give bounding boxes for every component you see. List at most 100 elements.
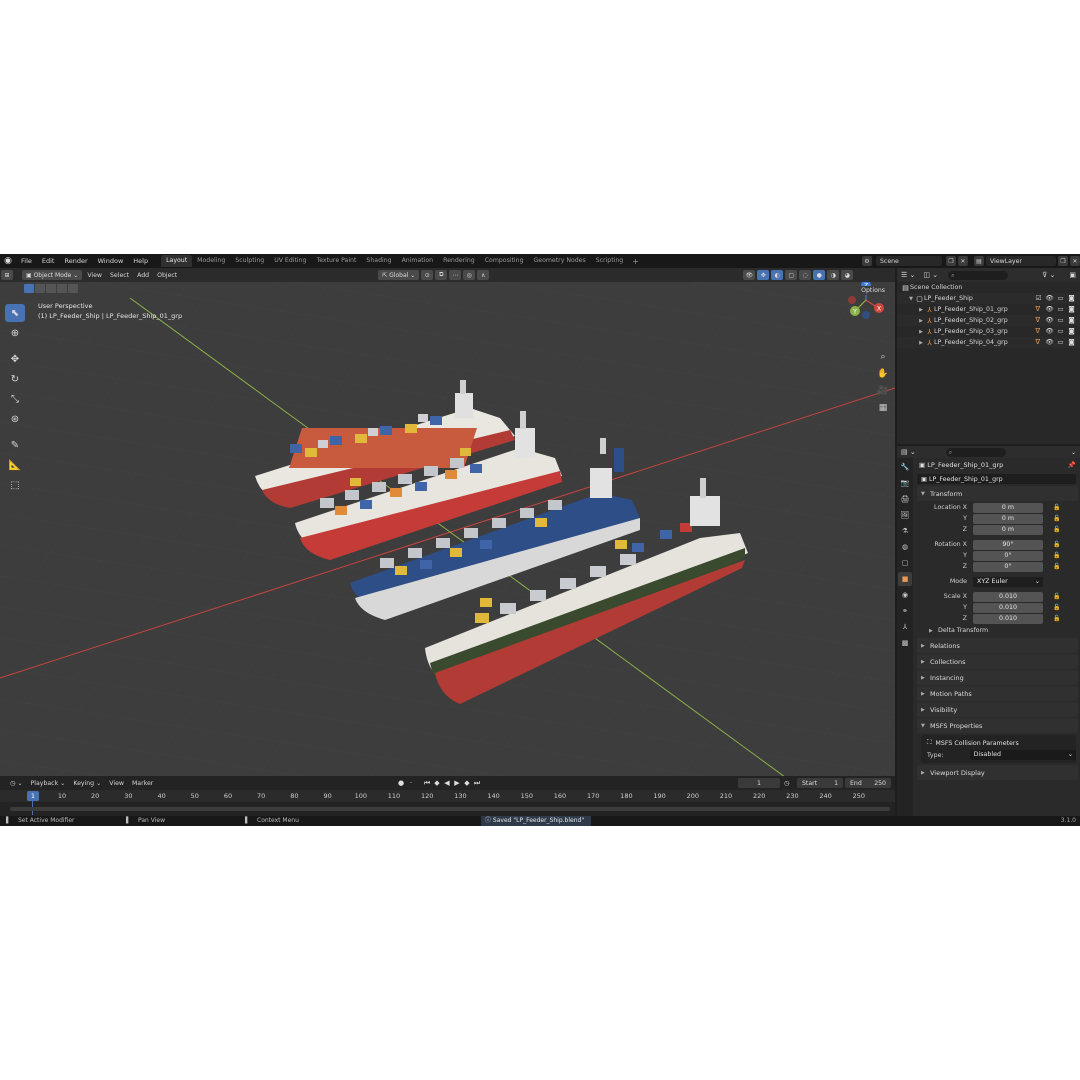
delta-transform-header[interactable]: ▶ Delta Transform <box>915 624 1080 637</box>
annotate-icon[interactable]: ✎ <box>5 436 25 454</box>
modifier-icon[interactable]: ∇ <box>1035 305 1040 313</box>
relations-panel-header[interactable]: ▶ Relations <box>917 638 1078 653</box>
expand-caret-icon[interactable]: ▶ <box>917 329 925 335</box>
lock-icon[interactable]: 🔓 <box>1053 504 1060 511</box>
next-keyframe-icon[interactable]: ◆ <box>462 778 472 788</box>
menu-select[interactable]: Select <box>106 272 133 279</box>
outliner-item-ship-04[interactable]: ▶ ⅄ LP_Feeder_Ship_04_grp ∇ 👁 ▭ ◙ <box>897 337 1080 348</box>
exclude-checkbox-icon[interactable]: ☑ <box>1033 294 1044 302</box>
render-tab-icon[interactable]: 📷 <box>898 476 912 490</box>
location-x-field[interactable]: 0 m <box>973 502 1043 513</box>
tab-layout[interactable]: Layout <box>161 255 193 267</box>
filter-icon[interactable]: ⊽ ⌄ <box>1042 271 1055 279</box>
tab-animation[interactable]: Animation <box>397 255 439 267</box>
menu-help[interactable]: Help <box>128 254 153 268</box>
menu-window[interactable]: Window <box>93 254 129 268</box>
end-frame-field[interactable]: End 250 <box>845 778 891 788</box>
motion-paths-panel-header[interactable]: ▶ Motion Paths <box>917 686 1078 701</box>
render-camera-icon[interactable]: ◙ <box>1066 316 1077 324</box>
menu-add[interactable]: Add <box>133 272 153 279</box>
select-extend-icon[interactable] <box>35 284 45 293</box>
menu-object[interactable]: Object <box>153 272 181 279</box>
lock-icon[interactable]: 🔓 <box>1053 593 1060 600</box>
render-camera-icon[interactable]: ◙ <box>1066 305 1077 313</box>
snap-icon[interactable]: ⧉ <box>435 270 448 280</box>
tab-shading[interactable]: Shading <box>361 255 396 267</box>
render-camera-icon[interactable]: ◙ <box>1066 338 1077 346</box>
select-intersect-icon[interactable] <box>68 284 78 293</box>
menu-playback[interactable]: Playback ⌄ <box>27 780 70 787</box>
properties-search-input[interactable]: ⌕ <box>945 447 1006 457</box>
rotate-icon[interactable]: ↻ <box>5 370 25 388</box>
falloff-icon[interactable]: ∧ <box>477 270 490 280</box>
select-invert-icon[interactable] <box>57 284 67 293</box>
expand-caret-icon[interactable]: ▶ <box>917 318 925 324</box>
pin-icon[interactable]: 📌 <box>1068 461 1076 469</box>
lock-icon[interactable]: 🔓 <box>1053 526 1060 533</box>
play-icon[interactable]: ▶ <box>452 778 462 788</box>
visibility-panel-header[interactable]: ▶ Visibility <box>917 702 1078 717</box>
clock-icon[interactable]: ◷ <box>784 778 792 788</box>
lock-icon[interactable]: 🔓 <box>1053 615 1060 622</box>
prev-keyframe-icon[interactable]: ◆ <box>432 778 442 788</box>
menu-marker[interactable]: Marker <box>128 780 157 787</box>
properties-options-icon[interactable]: ⌄ <box>1071 449 1076 456</box>
record-icon[interactable]: ● <box>396 778 406 788</box>
expand-caret-icon[interactable]: ▶ <box>917 340 925 346</box>
location-y-field[interactable]: 0 m <box>973 513 1043 524</box>
gizmo-toggle-icon[interactable]: ✥ <box>757 270 770 280</box>
pan-hand-icon[interactable]: ✋ <box>876 367 890 381</box>
scale-x-field[interactable]: 0.010 <box>973 591 1043 602</box>
display-mode-icon[interactable]: ◫ ⌄ <box>923 271 938 279</box>
keyframe-options-icon[interactable]: · <box>406 778 416 788</box>
object-name-field[interactable]: ▣ LP_Feeder_Ship_01_grp <box>917 474 1076 484</box>
xray-icon[interactable]: ▢ <box>785 270 798 280</box>
new-scene-icon[interactable]: ❐ <box>946 256 956 266</box>
options-button[interactable]: Options <box>857 286 889 295</box>
outliner-search-input[interactable]: ⌕ <box>948 270 1009 280</box>
outliner-item-ship-01[interactable]: ▶ ⅄ LP_Feeder_Ship_01_grp ∇ 👁 ▭ ◙ <box>897 304 1080 315</box>
transform-icon[interactable]: ⊛ <box>5 410 25 428</box>
timeline-scrollbar[interactable] <box>10 807 890 811</box>
object-tab-icon[interactable]: ■ <box>898 572 912 586</box>
select-subtract-icon[interactable] <box>46 284 56 293</box>
lock-icon[interactable]: 🔓 <box>1053 563 1060 570</box>
scale-icon[interactable]: ⤡ <box>5 390 25 408</box>
lock-icon[interactable]: 🔓 <box>1053 515 1060 522</box>
proportional-editing-icon[interactable]: ◎ <box>463 270 476 280</box>
tab-rendering[interactable]: Rendering <box>438 255 480 267</box>
pivot-point-icon[interactable]: ⊙ <box>421 270 434 280</box>
scene-selector[interactable]: Scene <box>876 256 942 266</box>
collapse-caret-icon[interactable]: ▼ <box>907 296 915 302</box>
collision-type-select[interactable]: Disabled ⌄ <box>969 750 1076 760</box>
monitor-icon[interactable]: ▭ <box>1055 338 1066 346</box>
rotation-y-field[interactable]: 0° <box>973 550 1043 561</box>
render-camera-icon[interactable]: ◙ <box>1066 294 1077 302</box>
timeline-editor-icon[interactable]: ◷ ⌄ <box>6 780 27 787</box>
data-tab-icon[interactable]: ⅄ <box>898 620 912 634</box>
lock-icon[interactable]: 🔓 <box>1053 604 1060 611</box>
texture-tab-icon[interactable]: ▩ <box>898 636 912 650</box>
collection-row[interactable]: ▼ ▢ LP_Feeder_Ship ☑ 👁 ▭ ◙ <box>897 293 1080 304</box>
viewport-display-panel-header[interactable]: ▶ Viewport Display <box>917 765 1078 780</box>
snap-target-icon[interactable]: ⋯ <box>449 270 462 280</box>
tab-modeling[interactable]: Modeling <box>192 255 230 267</box>
3d-viewport[interactable]: Z X Y ⊞ ▣ Object Mode ⌄ View Select Add … <box>0 268 895 788</box>
shading-wireframe-icon[interactable]: ◌ <box>799 270 812 280</box>
tab-texture-paint[interactable]: Texture Paint <box>311 255 361 267</box>
move-icon[interactable]: ✥ <box>5 350 25 368</box>
delete-scene-icon[interactable]: ✕ <box>958 256 968 266</box>
tab-scripting[interactable]: Scripting <box>591 255 629 267</box>
scene-icon[interactable]: ⚙ <box>862 256 872 266</box>
monitor-icon[interactable]: ▭ <box>1055 294 1066 302</box>
expand-caret-icon[interactable]: ▶ <box>917 307 925 313</box>
outliner-item-ship-02[interactable]: ▶ ⅄ LP_Feeder_Ship_02_grp ∇ 👁 ▭ ◙ <box>897 315 1080 326</box>
blender-logo-icon[interactable]: ◉ <box>0 254 16 268</box>
menu-keying[interactable]: Keying ⌄ <box>69 780 105 787</box>
constraints-tab-icon[interactable]: ⚭ <box>898 604 912 618</box>
visibility-icon[interactable]: 👁 <box>743 270 756 280</box>
menu-render[interactable]: Render <box>59 254 92 268</box>
world-tab-icon[interactable]: ◍ <box>898 540 912 554</box>
view-layer-selector[interactable]: ViewLayer <box>986 256 1056 266</box>
menu-view[interactable]: View <box>83 272 106 279</box>
